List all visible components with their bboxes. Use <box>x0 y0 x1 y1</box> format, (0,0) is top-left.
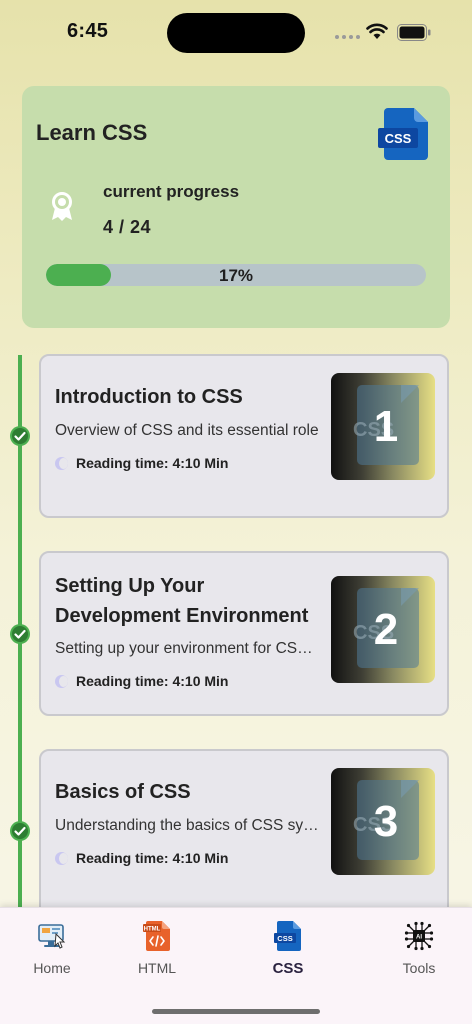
moon-icon <box>55 456 68 470</box>
moon-icon <box>55 851 68 865</box>
wifi-icon <box>366 23 388 39</box>
course-title: Learn CSS <box>36 120 148 145</box>
battery-icon <box>397 24 431 41</box>
moon-icon <box>55 674 68 688</box>
lesson-description: Setting up your environment for CSS deve… <box>55 640 321 657</box>
tab-tools-label: Tools <box>402 960 436 976</box>
lesson-title: Basics of CSS <box>55 781 191 803</box>
reading-time: Reading time: 4:10 Min <box>55 455 228 471</box>
lesson-number: 2 <box>373 604 399 654</box>
css-file-icon: CSS <box>274 921 301 951</box>
progress-label: current progress <box>103 182 240 201</box>
css-icon-label: CSS <box>277 934 292 943</box>
progress-count: 4 / 24 <box>103 217 152 237</box>
lesson-card[interactable]: Setting Up Your Development Environment … <box>39 551 449 716</box>
reading-time-text: Reading time: 4:10 Min <box>76 850 229 866</box>
lesson-number: 3 <box>373 796 399 846</box>
lesson-number: 1 <box>373 401 399 451</box>
home-computer-icon <box>38 924 66 949</box>
html-icon-label: HTML <box>144 927 161 933</box>
cellular-signal-icon <box>335 35 360 39</box>
lesson-thumbnail: CSS 3 <box>331 768 435 875</box>
dynamic-island <box>167 13 305 53</box>
reading-time: Reading time: 4:10 Min <box>55 673 228 689</box>
tab-html[interactable]: HTML HTML <box>107 908 207 988</box>
lesson-thumbnail: CSS 2 <box>331 576 435 683</box>
reading-time-text: Reading time: 4:10 Min <box>76 455 229 471</box>
tab-css[interactable]: CSS CSS <box>238 908 338 988</box>
lesson-card[interactable]: Basics of CSS Understanding the basics o… <box>39 749 449 919</box>
reading-time: Reading time: 4:10 Min <box>55 850 228 866</box>
lesson-description: Understanding the basics of CSS syntax <box>55 817 321 834</box>
progress-bar: 17% <box>46 264 426 286</box>
lesson-card[interactable]: Introduction to CSS Overview of CSS and … <box>39 354 449 518</box>
svg-text:AI: AI <box>416 935 422 941</box>
tab-tools[interactable]: AI Tools <box>369 908 469 988</box>
check-circle-icon <box>10 624 30 644</box>
html-file-icon: HTML <box>143 921 170 951</box>
tab-html-label: HTML <box>137 960 177 976</box>
ai-chip-icon: AI <box>404 921 434 951</box>
progress-percent: 17% <box>218 266 254 285</box>
home-indicator[interactable] <box>152 1009 320 1014</box>
status-bar: 6:45 <box>0 0 472 62</box>
lesson-title: Setting Up Your Development Environment <box>55 575 309 627</box>
tab-css-label: CSS <box>272 960 304 977</box>
course-progress-card: Learn CSS CSS current progress 4 / 24 17… <box>22 86 450 328</box>
lesson-thumbnail: CSS 1 <box>331 373 435 480</box>
lesson-description: Overview of CSS and its essential role <box>55 422 319 439</box>
award-ribbon-icon <box>52 192 72 221</box>
check-circle-icon <box>10 426 30 446</box>
css-file-icon-label: CSS <box>385 131 412 146</box>
css-file-icon: CSS <box>378 108 428 160</box>
check-circle-icon <box>10 821 30 841</box>
bottom-tab-bar: Home HTML HTML CSS CSS AI Tools <box>0 907 472 1024</box>
reading-time-text: Reading time: 4:10 Min <box>76 673 229 689</box>
status-time: 6:45 <box>67 20 109 42</box>
tab-home-label: Home <box>33 960 71 976</box>
tab-home[interactable]: Home <box>2 908 102 988</box>
lesson-title: Introduction to CSS <box>55 386 243 408</box>
